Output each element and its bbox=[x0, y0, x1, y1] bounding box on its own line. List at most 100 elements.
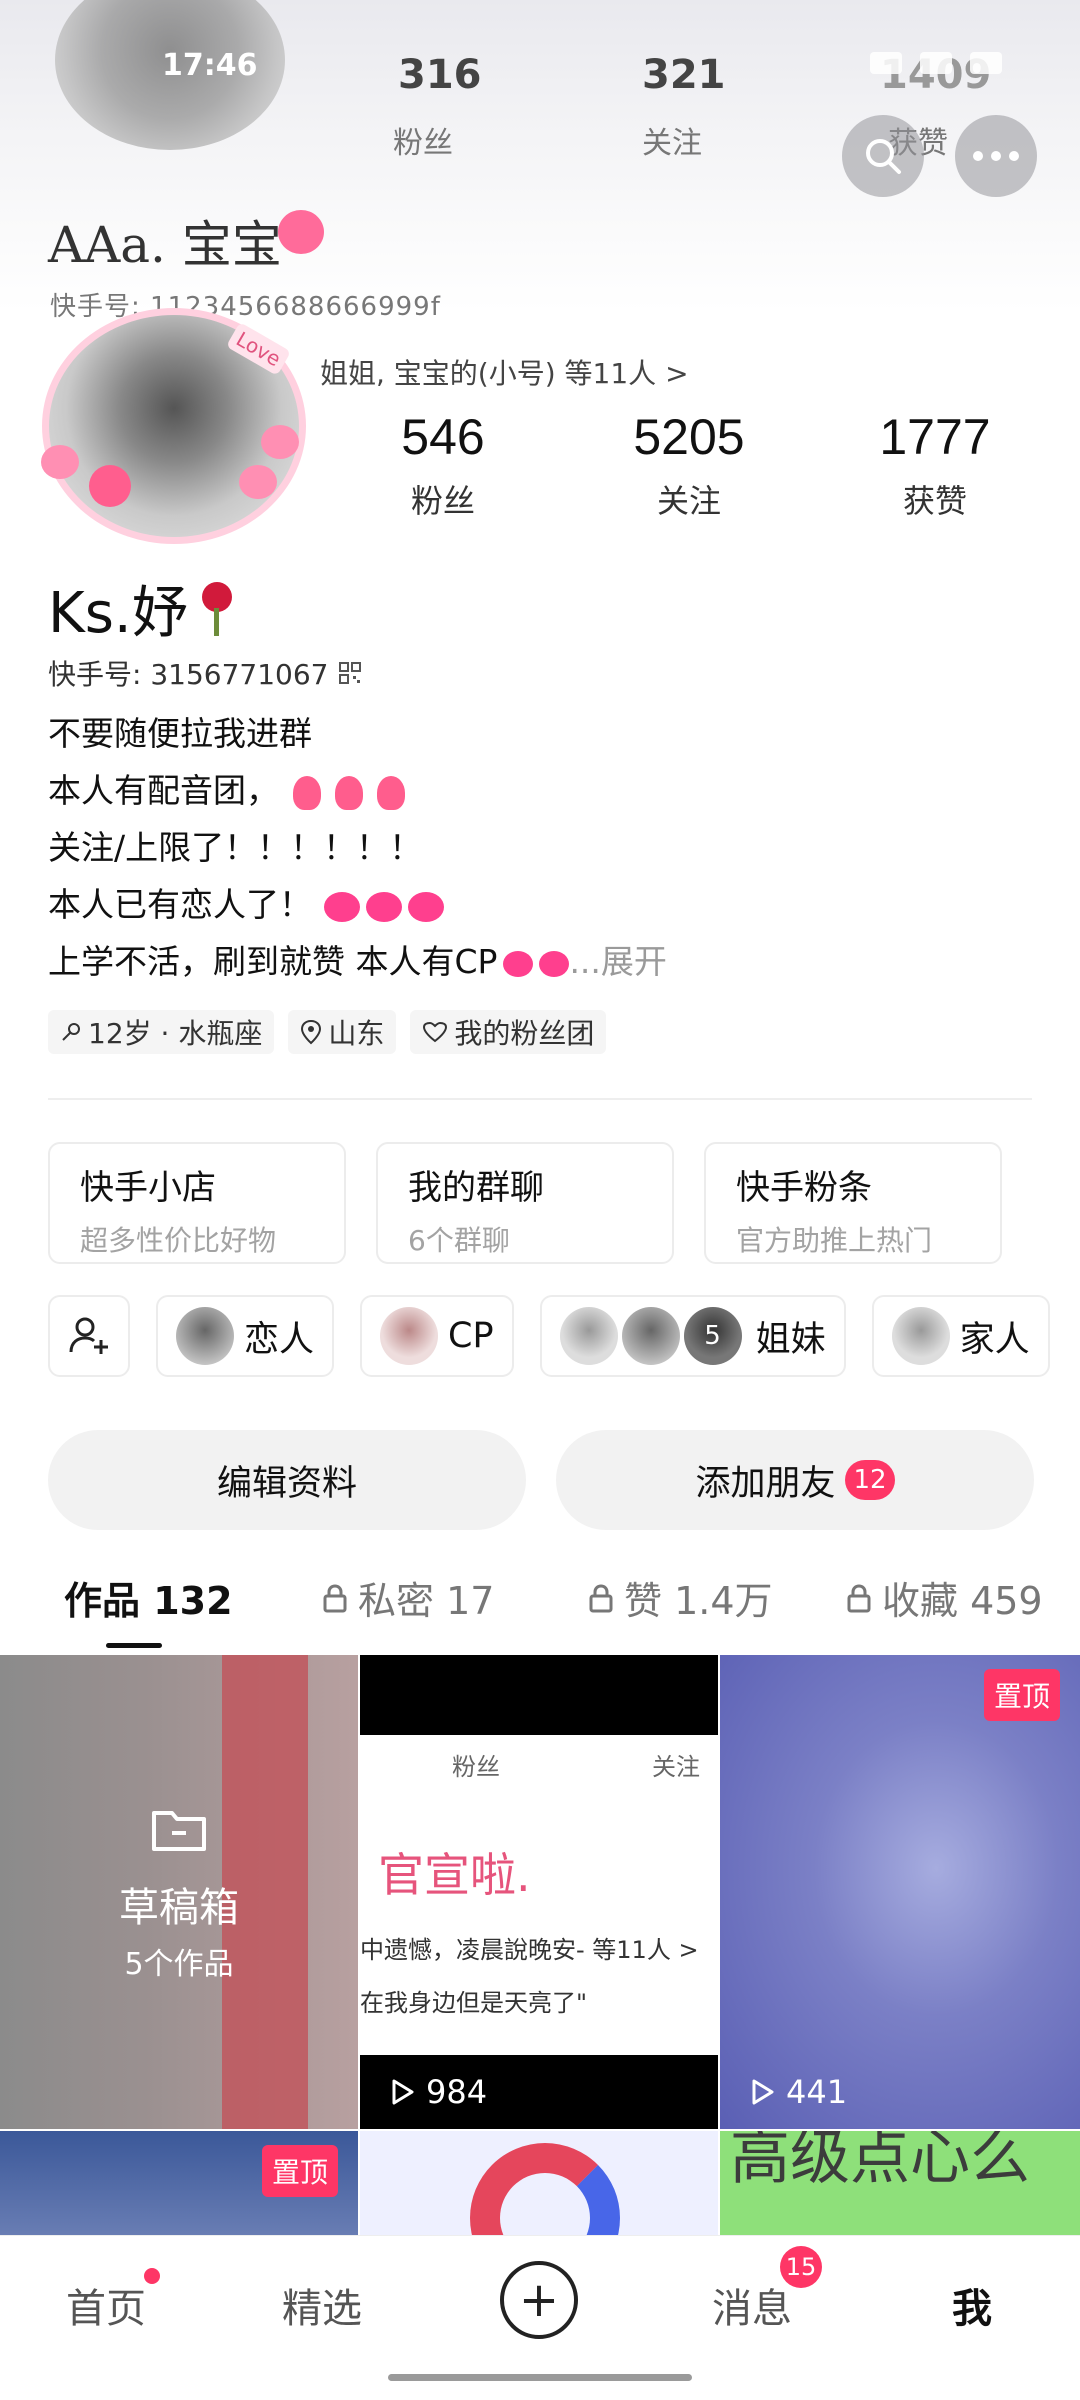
nav-messages[interactable]: 消息 bbox=[712, 2276, 792, 2334]
tag-age-text: 12岁 · 水瓶座 bbox=[88, 1017, 263, 1050]
relation-sisters-label: 姐妹 bbox=[755, 1319, 826, 1360]
play-count: 984 bbox=[390, 2073, 487, 2111]
tag-age[interactable]: 12岁 · 水瓶座 bbox=[48, 1010, 275, 1054]
tab-works[interactable]: 作品 132 bbox=[64, 1570, 233, 1625]
card-group-chat[interactable]: 我的群聊 6个群聊 bbox=[376, 1142, 674, 1264]
pinned-badge: 置顶 bbox=[261, 2145, 338, 2197]
nickname: Ks.妤 bbox=[48, 568, 238, 649]
background-id: 快手号: 1123456688666999f bbox=[50, 292, 441, 322]
plus-icon: + bbox=[518, 2272, 560, 2328]
bio[interactable]: 不要随便拉我进群 本人有配音团， 关注/上限了！！！！！！ 本人已有恋人了！ 上… bbox=[48, 705, 667, 990]
video-tile[interactable] bbox=[360, 2131, 718, 2235]
tag-fan-club-text: 我的粉丝团 bbox=[454, 1017, 595, 1050]
folder-icon bbox=[152, 1811, 206, 1851]
more-button[interactable] bbox=[955, 115, 1037, 197]
more-icon bbox=[973, 151, 1019, 161]
location-icon bbox=[301, 1019, 322, 1045]
relation-family-label: 家人 bbox=[959, 1319, 1030, 1360]
card-group-chat-title: 我的群聊 bbox=[408, 1168, 544, 1208]
relation-cp[interactable]: CP bbox=[360, 1295, 514, 1377]
nav-me[interactable]: 我 bbox=[952, 2276, 992, 2334]
thumb-text: 321 bbox=[650, 1697, 712, 1735]
kuaishou-id[interactable]: 快手号: 3156771067 bbox=[48, 653, 362, 693]
edit-profile-button[interactable]: 编辑资料 bbox=[48, 1430, 526, 1530]
drafts-title: 草稿箱 bbox=[119, 1885, 239, 1931]
nav-home[interactable]: 首页 bbox=[66, 2276, 146, 2334]
background-stat-follow: 321 bbox=[642, 52, 726, 98]
bio-line: 本人已有恋人了！ bbox=[48, 876, 667, 933]
card-shop-title: 快手小店 bbox=[80, 1168, 216, 1208]
card-promotion-title: 快手粉条 bbox=[736, 1168, 872, 1208]
video-tile[interactable]: 置顶 bbox=[0, 2131, 358, 2235]
relation-cp-label: CP bbox=[448, 1316, 494, 1356]
tab-favorites-label: 收藏 459 bbox=[882, 1579, 1043, 1623]
card-shop-subtitle: 超多性价比好物 bbox=[80, 1224, 277, 1257]
stat-following[interactable]: 5205 关注 bbox=[566, 408, 812, 522]
qrcode-icon[interactable] bbox=[338, 661, 362, 685]
video-tile[interactable]: 316 321 粉丝 关注 官宣啦. 中遗憾，凌晨說晚安- 等11人 > 在我身… bbox=[360, 1655, 718, 2129]
avatar bbox=[380, 1307, 439, 1365]
background-relations: 姐姐, 宝宝的(小号) 等11人 > bbox=[320, 357, 689, 390]
card-shop[interactable]: 快手小店 超多性价比好物 bbox=[48, 1142, 346, 1264]
thumb-text: 关注 bbox=[652, 1753, 700, 1781]
play-count-value: 441 bbox=[786, 2073, 848, 2111]
avatar[interactable]: Love bbox=[41, 308, 306, 544]
video-tile[interactable]: 置顶 441 bbox=[720, 1655, 1080, 2129]
card-promotion[interactable]: 快手粉条 官方助推上热门 bbox=[704, 1142, 1002, 1264]
stat-fans[interactable]: 546 粉丝 bbox=[320, 408, 566, 522]
fan-club-icon bbox=[423, 1021, 448, 1043]
add-relation-button[interactable] bbox=[48, 1295, 130, 1377]
rose-decoration-icon bbox=[89, 465, 131, 507]
add-friend-button[interactable]: 添加朋友 12 bbox=[556, 1430, 1034, 1530]
stat-following-label: 关注 bbox=[656, 482, 721, 520]
home-indicator[interactable] bbox=[388, 2374, 692, 2381]
thumb-text: 中遗憾，凌晨說晚安- 等11人 > bbox=[360, 1936, 699, 1964]
play-icon bbox=[752, 2079, 774, 2105]
status-time: 17:46 bbox=[162, 48, 258, 83]
relation-lover[interactable]: 恋人 bbox=[156, 1295, 335, 1377]
bio-line-text: 本人有配音团， bbox=[48, 771, 279, 810]
drafts-tile[interactable]: 草稿箱 5个作品 bbox=[0, 1655, 358, 2129]
hearts-icon bbox=[539, 950, 570, 977]
hearts-icon bbox=[366, 891, 402, 922]
drafts-count: 5个作品 bbox=[124, 1947, 234, 1982]
pinned-badge: 置顶 bbox=[983, 1669, 1060, 1721]
nav-home-dot bbox=[144, 2268, 160, 2284]
tab-favorites[interactable]: 收藏 459 bbox=[846, 1570, 1043, 1625]
thumb-text: 高级点心么 bbox=[730, 2131, 1030, 2193]
expand-bio-link[interactable]: ...展开 bbox=[569, 942, 666, 981]
bio-line-text: 本人已有恋人了！ bbox=[48, 885, 312, 924]
tag-fan-club[interactable]: 我的粉丝团 bbox=[410, 1010, 607, 1054]
feature-cards: 快手小店 超多性价比好物 我的群聊 6个群聊 快手粉条 官方助推上热门 bbox=[48, 1142, 1002, 1264]
messages-badge: 15 bbox=[780, 2246, 822, 2288]
nav-featured[interactable]: 精选 bbox=[282, 2276, 362, 2334]
create-button[interactable]: + bbox=[500, 2261, 578, 2339]
tab-private[interactable]: 私密 17 bbox=[322, 1570, 494, 1625]
pinned-badge: 置顶 bbox=[622, 1667, 698, 1719]
background-stat-fans-label: 粉丝 bbox=[393, 126, 453, 161]
active-tab-indicator bbox=[106, 1643, 162, 1648]
relation-family[interactable]: 家人 bbox=[871, 1295, 1050, 1377]
tab-liked[interactable]: 赞 1.4万 bbox=[588, 1570, 773, 1625]
battery-icon bbox=[970, 52, 1002, 74]
tag-location[interactable]: 山东 bbox=[288, 1010, 397, 1054]
kuaishou-id-text: 快手号: 3156771067 bbox=[48, 658, 329, 691]
search-button[interactable] bbox=[842, 115, 924, 197]
add-person-icon bbox=[69, 1317, 108, 1354]
relation-sisters[interactable]: 5 姐妹 bbox=[539, 1295, 846, 1377]
tag-location-text: 山东 bbox=[328, 1017, 385, 1050]
thumbnail-decoration bbox=[470, 2143, 620, 2235]
avatar bbox=[176, 1307, 234, 1365]
divider bbox=[48, 1098, 1032, 1100]
content-tabs: 作品 132 私密 17 赞 1.4万 收藏 459 bbox=[0, 1570, 1080, 1650]
video-tile[interactable]: 高级点心么 bbox=[720, 2131, 1080, 2235]
hearts-icon bbox=[324, 891, 360, 922]
tab-liked-label: 赞 1.4万 bbox=[624, 1579, 773, 1623]
thumb-text: 316 bbox=[430, 1697, 492, 1735]
lock-icon bbox=[589, 1583, 613, 1612]
relation-lover-label: 恋人 bbox=[244, 1319, 315, 1360]
stat-fans-label: 粉丝 bbox=[410, 482, 475, 520]
card-group-chat-subtitle: 6个群聊 bbox=[408, 1224, 510, 1257]
lock-icon bbox=[847, 1583, 871, 1612]
stat-likes[interactable]: 1777 获赞 bbox=[812, 408, 1058, 522]
